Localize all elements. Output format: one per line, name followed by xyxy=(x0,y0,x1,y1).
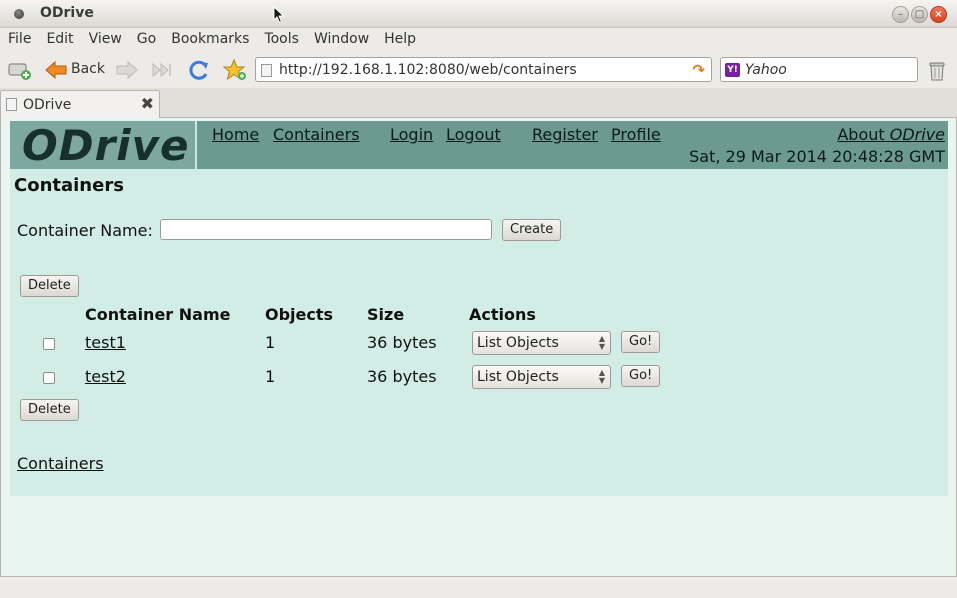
yahoo-icon[interactable]: Y! xyxy=(725,63,740,77)
objects-count-test2: 1 xyxy=(265,367,276,386)
status-bar xyxy=(0,576,957,598)
container-link-test1[interactable]: test1 xyxy=(85,333,126,352)
action-select-test1[interactable]: List Objects ▲ ▼ xyxy=(472,331,611,355)
row-checkbox-test1[interactable] xyxy=(43,338,55,350)
menu-tools[interactable]: Tools xyxy=(264,28,306,52)
app-icon xyxy=(14,9,24,19)
column-header-container-name: Container Name xyxy=(85,305,231,324)
container-link-test2[interactable]: test2 xyxy=(85,367,126,386)
row-checkbox-test2[interactable] xyxy=(43,372,55,384)
logo-box: ODrive xyxy=(10,121,197,170)
navigation-toolbar: Back http://192.168.1.102:8080/web/conta… xyxy=(0,52,957,88)
nav-login[interactable]: Login xyxy=(390,125,433,144)
back-arrow-icon[interactable] xyxy=(44,59,68,81)
close-icon[interactable]: × xyxy=(930,6,947,23)
container-name-label: Container Name: xyxy=(17,221,153,240)
nav-register[interactable]: Register xyxy=(532,125,598,144)
select-arrows-icon: ▲ ▼ xyxy=(598,334,605,351)
server-datetime: Sat, 29 Mar 2014 20:48:28 GMT xyxy=(689,147,945,166)
container-name-input[interactable] xyxy=(160,219,492,240)
about-prefix: About xyxy=(837,125,885,144)
fast-forward-icon[interactable] xyxy=(151,59,175,81)
page-title: Containers xyxy=(14,175,124,196)
browser-content: ODrive Home Containers Login Logout Regi… xyxy=(0,118,957,576)
delete-button-bottom[interactable]: Delete xyxy=(20,399,79,421)
tab-label: ODrive xyxy=(23,97,72,113)
column-header-objects: Objects xyxy=(265,305,334,324)
delete-button-top[interactable]: Delete xyxy=(20,275,79,297)
maximize-icon[interactable]: □ xyxy=(911,6,928,23)
search-bar[interactable]: Y! Yahoo xyxy=(720,57,918,82)
nav-containers[interactable]: Containers xyxy=(273,125,360,144)
tab-bar: ODrive ✖ xyxy=(0,88,957,118)
nav-profile[interactable]: Profile xyxy=(611,125,661,144)
action-select-value: List Objects xyxy=(477,335,559,351)
page-icon xyxy=(261,64,272,77)
footer-containers-link[interactable]: Containers xyxy=(17,454,104,473)
trash-icon[interactable] xyxy=(925,59,949,81)
close-tab-icon[interactable]: ✖ xyxy=(141,94,154,113)
menu-view[interactable]: View xyxy=(89,28,129,52)
size-test2: 36 bytes xyxy=(367,367,437,386)
nav-logout[interactable]: Logout xyxy=(446,125,501,144)
window-titlebar: ODrive – □ × xyxy=(0,0,957,28)
window-title: ODrive xyxy=(40,5,94,21)
url-bar[interactable]: http://192.168.1.102:8080/web/containers… xyxy=(255,57,712,82)
odrive-page: ODrive Home Containers Login Logout Regi… xyxy=(10,121,948,496)
site-logo: ODrive xyxy=(22,121,190,170)
back-button[interactable]: Back xyxy=(71,61,105,77)
action-select-test2[interactable]: List Objects ▲ ▼ xyxy=(472,365,611,389)
forward-arrow-icon[interactable] xyxy=(115,59,139,81)
tab-odrive[interactable]: ODrive ✖ xyxy=(0,90,160,118)
window-controls: – □ × xyxy=(892,6,947,23)
menu-file[interactable]: File xyxy=(8,28,38,52)
action-select-value: List Objects xyxy=(477,369,559,385)
objects-count-test1: 1 xyxy=(265,333,276,352)
create-button[interactable]: Create xyxy=(502,219,562,241)
minimize-icon[interactable]: – xyxy=(892,6,909,23)
about-link[interactable]: About ODrive xyxy=(837,125,945,144)
about-brand: ODrive xyxy=(889,125,945,144)
column-header-size: Size xyxy=(367,305,405,324)
url-text: http://192.168.1.102:8080/web/containers xyxy=(279,62,577,78)
go-button-test1[interactable]: Go! xyxy=(621,331,661,353)
nav-home[interactable]: Home xyxy=(212,125,259,144)
page-icon xyxy=(6,98,17,111)
go-arrow-icon[interactable]: ↷ xyxy=(692,61,705,79)
menu-help[interactable]: Help xyxy=(384,28,423,52)
menu-go[interactable]: Go xyxy=(137,28,163,52)
go-button-test2[interactable]: Go! xyxy=(621,365,661,387)
bookmark-star-icon[interactable] xyxy=(222,58,247,81)
menu-bookmarks[interactable]: Bookmarks xyxy=(171,28,256,52)
search-engine-label: Yahoo xyxy=(745,62,787,78)
column-header-actions: Actions xyxy=(469,305,536,324)
new-tab-icon[interactable] xyxy=(8,59,32,81)
site-header: ODrive Home Containers Login Logout Regi… xyxy=(10,121,948,170)
select-arrows-icon: ▲ ▼ xyxy=(598,368,605,385)
reload-icon[interactable] xyxy=(187,59,211,81)
menubar: File Edit View Go Bookmarks Tools Window… xyxy=(0,28,957,52)
menu-window[interactable]: Window xyxy=(314,28,376,52)
menu-edit[interactable]: Edit xyxy=(46,28,80,52)
size-test1: 36 bytes xyxy=(367,333,437,352)
